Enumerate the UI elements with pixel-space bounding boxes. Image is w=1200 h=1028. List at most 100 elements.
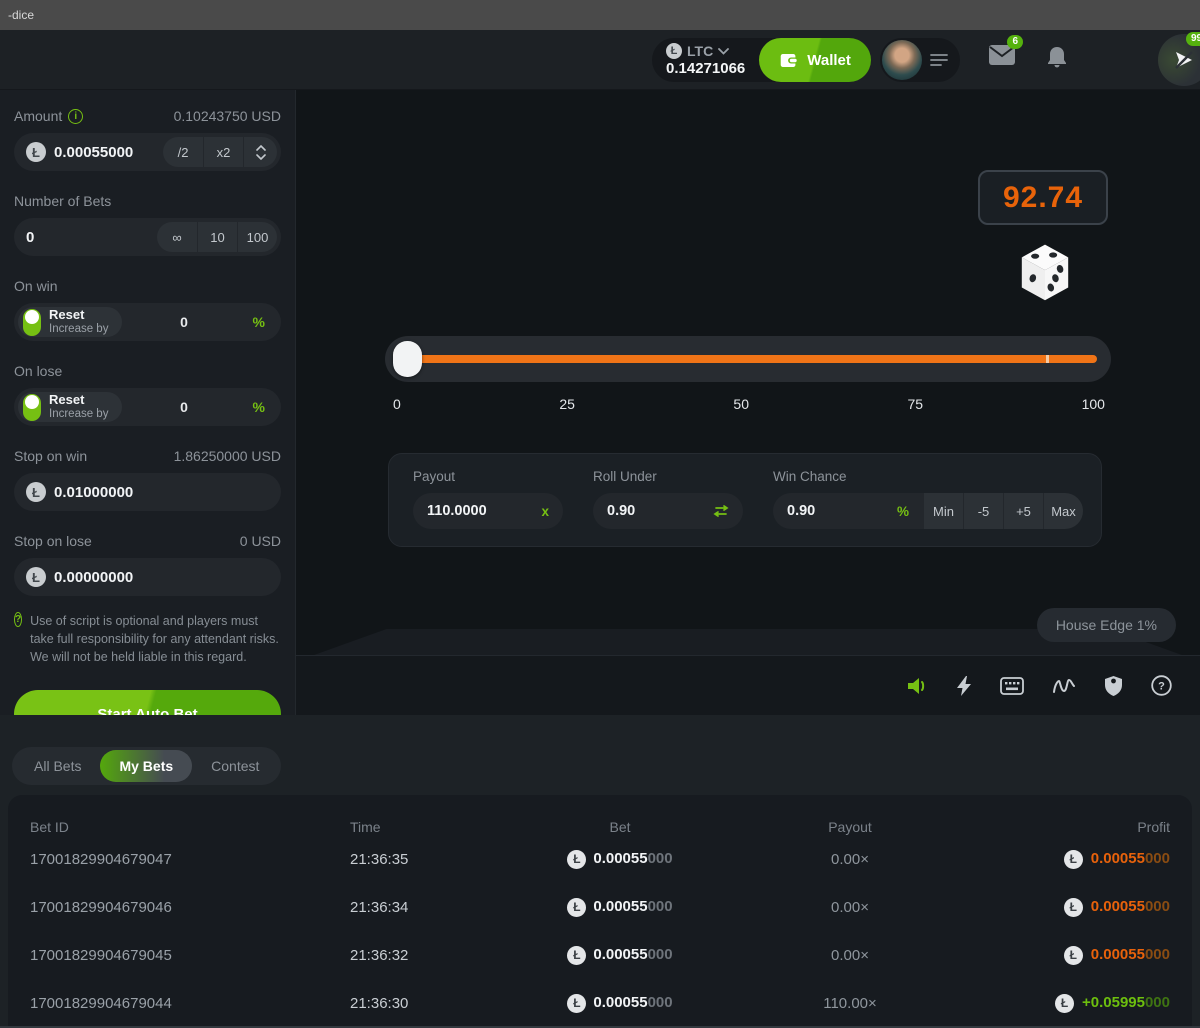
live-stats-icon[interactable] [1052,677,1076,695]
scale-0: 0 [393,396,401,412]
infinity-button[interactable]: ∞ [157,222,197,252]
currency-selector[interactable]: Ł LTC 0.14271066 [666,43,745,77]
payout-input[interactable]: 110.0000 x [413,493,563,529]
hotkeys-icon[interactable] [1000,677,1024,695]
ltc-coin-icon: Ł [26,567,46,587]
slider-track[interactable] [401,355,1097,363]
payout-group: Payout 110.0000 x [413,469,563,531]
stop-on-lose-usd: 0 USD [240,533,281,549]
ltc-coin-icon: Ł [567,946,586,965]
chat-toggle-icon[interactable]: 99+ [1158,34,1200,86]
ltc-coin-icon: Ł [26,142,46,162]
tab-contest[interactable]: Contest [192,750,278,782]
info-icon[interactable]: i [68,109,83,124]
payout-unit: x [541,504,549,519]
slider-handle[interactable] [393,341,422,377]
amount-input[interactable]: Ł 0.00055000 /2 x2 [14,133,281,171]
amount-stepper[interactable] [243,137,277,167]
help-icon[interactable]: ? [1151,675,1172,696]
roll-slider [385,336,1111,382]
on-lose-percent: % [253,399,265,415]
plus5-button[interactable]: +5 [1003,493,1043,529]
roll-under-label: Roll Under [593,469,743,484]
profile-group[interactable] [880,38,960,82]
turbo-icon[interactable] [956,675,972,697]
bet-stats-panel: Payout 110.0000 x Roll Under 0.90 Win Ch… [388,453,1102,547]
table-row[interactable]: 17001829904679047 21:36:35 Ł0.00055000 0… [30,835,1170,883]
bets-presets: ∞ 10 100 [157,222,277,252]
amount-label: Amount [14,108,62,124]
swap-icon[interactable] [713,505,729,517]
sound-icon[interactable] [906,676,928,696]
header-bet: Bet [609,819,630,835]
number-of-bets-label-row: Number of Bets [14,193,281,209]
tab-all-bets[interactable]: All Bets [15,750,100,782]
on-lose-label-row: On lose [14,363,281,379]
bets-table: Bet ID Time Bet Payout Profit 1700182990… [8,795,1192,1028]
on-win-label: On win [14,278,58,294]
on-win-label-row: On win [14,278,281,294]
stop-on-win-input[interactable]: Ł 0.01000000 [14,473,281,511]
preset-10-button[interactable]: 10 [197,222,237,252]
bet-time: 21:36:32 [350,947,510,964]
on-lose-value[interactable]: 0 [154,399,214,415]
ltc-coin-icon: Ł [1064,850,1083,869]
bet-amount: 0.00055 [593,898,647,915]
header-time: Time [350,819,510,835]
game-toolbar: ? [296,655,1200,715]
house-edge-badge: House Edge 1% [1037,608,1176,642]
increase-by-label: Increase by [49,323,108,336]
stop-on-win-usd: 1.86250000 USD [174,448,281,464]
on-win-value[interactable]: 0 [154,314,214,330]
roll-result-value: 92.74 [1003,181,1083,215]
ltc-coin-icon: Ł [567,994,586,1013]
avatar [882,40,922,80]
bet-profit: 0.00055 [1091,946,1145,963]
stop-on-lose-input[interactable]: Ł 0.00000000 [14,558,281,596]
roll-under-group: Roll Under 0.90 [593,469,743,531]
number-of-bets-input[interactable]: 0 ∞ 10 100 [14,218,281,256]
wallet-button[interactable]: Wallet [759,38,871,82]
chevron-down-icon [256,154,266,160]
window-titlebar: -dice [0,0,1200,30]
double-button[interactable]: x2 [203,137,243,167]
minus5-button[interactable]: -5 [963,493,1003,529]
preset-100-button[interactable]: 100 [237,222,277,252]
half-button[interactable]: /2 [163,137,203,167]
bet-amount: 0.00055 [593,994,647,1011]
amount-usd: 0.10243750 USD [174,108,281,124]
on-lose-mode-toggle[interactable]: Reset Increase by [18,392,122,422]
bell-icon[interactable] [1046,46,1068,75]
amount-modifiers: /2 x2 [163,137,277,167]
table-row[interactable]: 17001829904679045 21:36:32 Ł0.00055000 0… [30,931,1170,979]
bet-amount: 0.00055 [593,946,647,963]
bet-payout: 0.00× [831,947,869,964]
roll-under-value: 0.90 [607,503,635,519]
wallet-balance: 0.14271066 [666,60,745,77]
bet-profit: +0.05995 [1082,994,1145,1011]
ltc-coin-icon: Ł [1064,946,1083,965]
reset-label: Reset [49,393,108,408]
bet-time: 21:36:30 [350,995,510,1012]
number-of-bets-label: Number of Bets [14,193,111,209]
max-button[interactable]: Max [1043,493,1083,529]
scale-50: 50 [733,396,749,412]
roll-under-input[interactable]: 0.90 [593,493,743,529]
table-row[interactable]: 17001829904679046 21:36:34 Ł0.00055000 0… [30,883,1170,931]
on-win-mode-toggle[interactable]: Reset Increase by [18,307,122,337]
wallet-icon [779,52,798,69]
min-button[interactable]: Min [923,493,963,529]
on-win-percent: % [253,314,265,330]
bets-tabs: All Bets My Bets Contest [12,747,281,785]
ltc-coin-icon: Ł [1055,994,1074,1013]
table-row[interactable]: 17001829904679044 21:36:30 Ł0.00055000 1… [30,979,1170,1027]
table-header: Bet ID Time Bet Payout Profit [30,795,1170,835]
tab-my-bets[interactable]: My Bets [100,750,192,782]
win-chance-input[interactable]: 0.90 % [773,493,923,529]
bet-id: 17001829904679045 [30,947,350,964]
ltc-coin-icon: Ł [1064,898,1083,917]
mail-icon[interactable]: 6 [988,44,1016,71]
fairness-icon[interactable] [1104,675,1123,697]
chevron-down-icon [718,48,729,55]
bet-profit: 0.00055 [1091,898,1145,915]
